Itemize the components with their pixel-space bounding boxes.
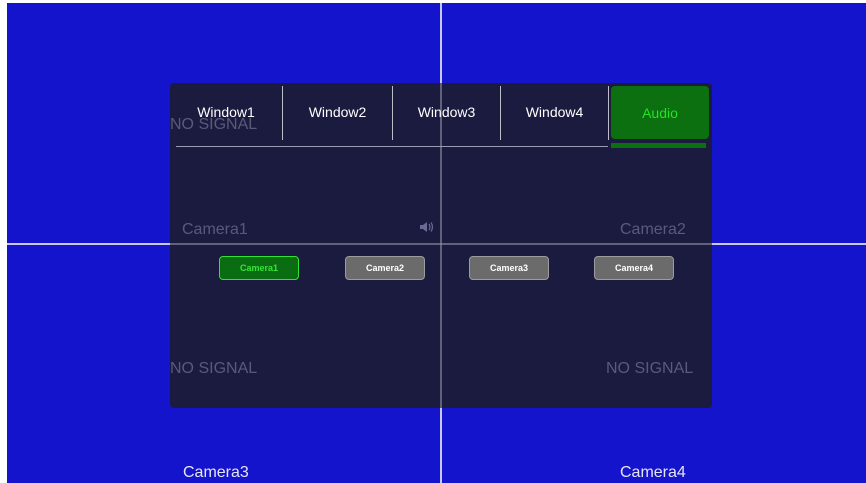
no-signal-text-quad4: NO SIGNAL <box>606 360 694 377</box>
menu-tab-bar: Window1 Window2 Window3 Window4 Audio <box>170 83 712 143</box>
audio-source-camera2-button[interactable]: Camera2 <box>345 256 425 280</box>
tab-window1[interactable]: Window1 <box>170 83 282 141</box>
tab-separator <box>608 86 609 140</box>
speaker-icon <box>420 222 434 232</box>
audio-source-camera1-button[interactable]: Camera1 <box>219 256 299 280</box>
camera1-ghost-label: Camera1 <box>182 221 248 238</box>
audio-source-camera4-button[interactable]: Camera4 <box>594 256 674 280</box>
no-signal-text-quad3: NO SIGNAL <box>170 360 258 377</box>
tab-window2[interactable]: Window2 <box>283 83 392 141</box>
tab-audio[interactable]: Audio <box>611 86 709 139</box>
active-tab-indicator <box>611 143 706 148</box>
audio-source-camera3-button[interactable]: Camera3 <box>469 256 549 280</box>
tab-window4[interactable]: Window4 <box>501 83 608 141</box>
quad-label-camera3: Camera3 <box>183 464 249 481</box>
video-preview-screen: Camera3 Camera4 NO SIGNAL Camera1 Camera… <box>7 3 866 483</box>
tab-window3[interactable]: Window3 <box>393 83 500 141</box>
tab-underline-rule <box>176 146 608 147</box>
overlay-divider-horizontal <box>170 243 712 245</box>
settings-menu-panel: NO SIGNAL Camera1 Camera2 NO SIGNAL NO S… <box>170 83 712 408</box>
quad-label-camera4: Camera4 <box>620 464 686 481</box>
camera2-ghost-label: Camera2 <box>620 221 686 238</box>
